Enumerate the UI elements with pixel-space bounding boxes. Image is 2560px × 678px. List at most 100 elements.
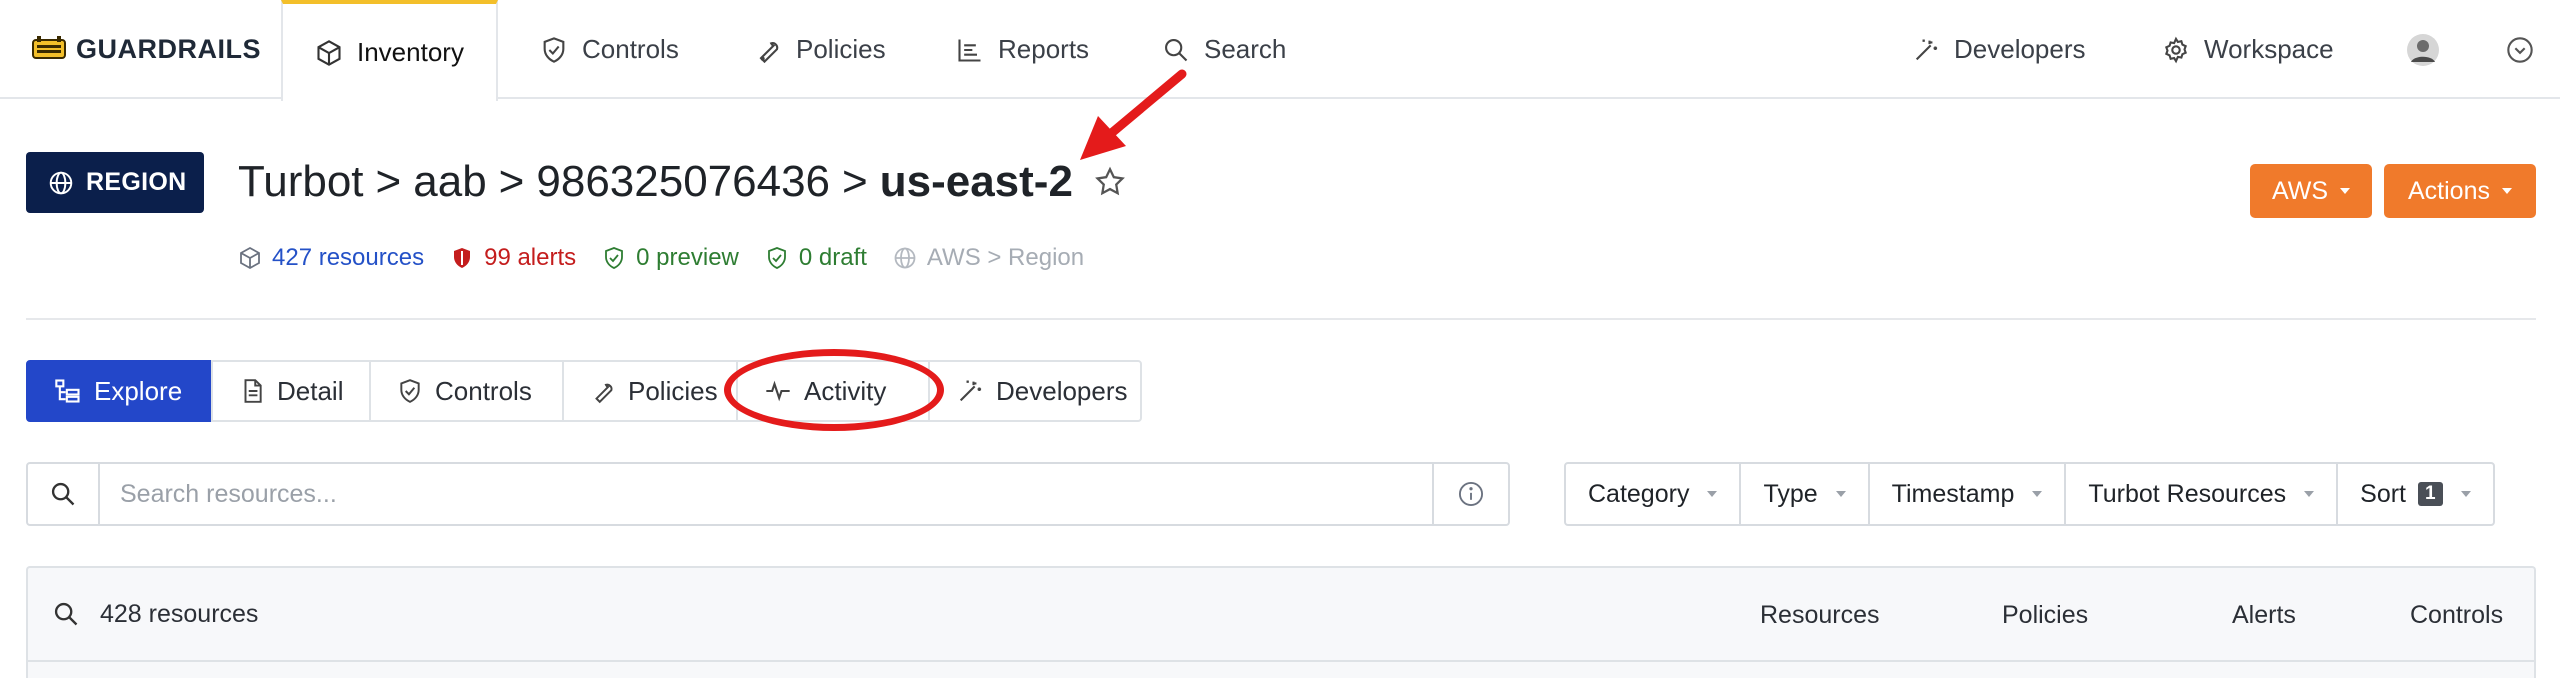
nav-inventory-label: Inventory — [357, 37, 464, 67]
nav-workspace[interactable]: Workspace — [2162, 0, 2334, 99]
gear-icon — [2162, 36, 2190, 64]
tab-controls[interactable]: Controls — [369, 360, 564, 422]
stat-resource-type-label: AWS > Region — [926, 244, 1085, 271]
guardrails-logo-icon — [32, 36, 66, 62]
breadcrumb-separator: > — [498, 157, 525, 206]
column-header-resources[interactable]: Resources — [1760, 568, 1880, 662]
results-table: 428 resources Resources Policies Alerts … — [26, 566, 2536, 678]
region-badge: REGION — [26, 152, 204, 213]
nav-search-label: Search — [1204, 34, 1287, 64]
brand-name: GUARDRAILS — [76, 33, 261, 64]
nav-controls-label: Controls — [582, 34, 679, 64]
resource-stats: 427 resources 99 alerts 0 preview 0 draf… — [238, 243, 1110, 273]
stat-draft[interactable]: 0 draft — [765, 244, 867, 272]
aws-menu-button[interactable]: AWS — [2250, 164, 2372, 218]
results-header: 428 resources Resources Policies Alerts … — [28, 568, 2534, 662]
shield-alert-icon — [450, 246, 474, 270]
results-count: 428 resources — [28, 600, 258, 629]
caret-down-icon — [2460, 491, 2471, 497]
nav-workspace-label: Workspace — [2204, 34, 2334, 64]
sort-count-badge: 1 — [2418, 482, 2443, 506]
cube-icon — [238, 246, 262, 270]
chevron-circle-icon — [2506, 36, 2534, 64]
filter-turbot-resources-label: Turbot Resources — [2088, 479, 2287, 508]
tree-icon — [54, 377, 82, 405]
filter-bar: Category Type Timestamp Turbot Resources… — [1564, 462, 2495, 526]
annotation-circle — [724, 349, 944, 431]
wrench-icon — [590, 378, 616, 404]
search-icon — [52, 600, 80, 628]
tab-detail-label: Detail — [277, 375, 344, 406]
tab-policies-label: Policies — [628, 375, 718, 406]
chart-icon — [956, 36, 984, 64]
guardrails-logo[interactable]: GUARDRAILS — [32, 32, 261, 66]
sort-label: Sort — [2360, 479, 2407, 508]
column-header-alerts[interactable]: Alerts — [2232, 568, 2296, 662]
tab-developers[interactable]: Developers — [928, 360, 1142, 422]
stat-resources-label: 427 resources — [272, 244, 425, 271]
wrench-icon — [754, 36, 782, 64]
magic-wand-icon — [956, 377, 984, 405]
filter-turbot-resources[interactable]: Turbot Resources — [2066, 464, 2339, 524]
caret-down-icon — [1707, 491, 1718, 497]
actions-menu-button[interactable]: Actions — [2384, 164, 2536, 218]
nav-controls[interactable]: Controls — [540, 0, 679, 99]
annotation-arrow — [1080, 69, 1187, 160]
stat-draft-label: 0 draft — [798, 244, 867, 271]
user-avatar[interactable] — [2406, 0, 2440, 99]
tab-explore[interactable]: Explore — [26, 360, 213, 422]
nav-policies-label: Policies — [796, 34, 886, 64]
breadcrumb-item-aab[interactable]: aab — [413, 157, 486, 207]
filter-category[interactable]: Category — [1566, 464, 1742, 524]
top-navigation: GUARDRAILS Inventory Controls Policies R… — [0, 0, 2560, 101]
column-header-policies[interactable]: Policies — [2002, 568, 2088, 662]
breadcrumb-item-turbot[interactable]: Turbot — [238, 157, 364, 207]
tab-policies[interactable]: Policies — [562, 360, 738, 422]
column-header-controls[interactable]: Controls — [2410, 568, 2503, 662]
filter-type[interactable]: Type — [1741, 464, 1870, 524]
breadcrumb-item-account[interactable]: 986325076436 — [536, 157, 830, 207]
magic-wand-icon — [1912, 36, 1940, 64]
breadcrumb-separator: > — [842, 157, 868, 206]
caret-down-icon — [2501, 188, 2512, 194]
shield-check-icon — [765, 246, 789, 270]
filter-timestamp[interactable]: Timestamp — [1870, 464, 2067, 524]
stat-alerts-label: 99 alerts — [484, 244, 577, 271]
aws-button-label: AWS — [2271, 176, 2329, 205]
region-badge-label: REGION — [86, 168, 187, 196]
caret-down-icon — [1835, 491, 1846, 497]
breadcrumb-separator: > — [375, 157, 402, 206]
nav-developers[interactable]: Developers — [1912, 0, 2086, 99]
document-icon — [239, 378, 265, 404]
breadcrumb: Turbot > aab > 986325076436 > us-east-2 — [238, 152, 1127, 212]
page-title: us-east-2 — [879, 157, 1073, 206]
actions-button-label: Actions — [2408, 176, 2490, 205]
sort-dropdown[interactable]: Sort 1 — [2338, 464, 2492, 524]
filter-timestamp-label: Timestamp — [1891, 479, 2015, 508]
tab-explore-label: Explore — [94, 375, 183, 406]
globe-icon — [893, 246, 917, 270]
filter-type-label: Type — [1763, 479, 1818, 508]
search-help-info-icon[interactable] — [1432, 464, 1508, 524]
stat-alerts[interactable]: 99 alerts — [450, 244, 576, 272]
stat-resource-type[interactable]: AWS > Region — [893, 244, 1084, 272]
stat-preview-label: 0 preview — [636, 244, 739, 271]
nav-developers-label: Developers — [1954, 34, 2086, 64]
nav-policies[interactable]: Policies — [754, 0, 886, 99]
tab-detail[interactable]: Detail — [211, 360, 371, 422]
results-count-label: 428 resources — [100, 599, 259, 628]
filter-category-label: Category — [1588, 479, 1690, 508]
caret-down-icon — [2304, 491, 2315, 497]
tab-controls-label: Controls — [435, 375, 532, 406]
account-menu-toggle[interactable] — [2506, 0, 2534, 99]
search-input[interactable] — [100, 464, 1432, 524]
shield-check-icon — [540, 36, 568, 64]
caret-down-icon — [2032, 491, 2043, 497]
nav-inventory[interactable]: Inventory — [281, 0, 498, 101]
search-icon — [28, 464, 100, 524]
stat-resources[interactable]: 427 resources — [238, 244, 424, 272]
caret-down-icon — [2340, 188, 2351, 194]
shield-check-icon — [602, 246, 626, 270]
tab-developers-label: Developers — [996, 375, 1128, 406]
stat-preview[interactable]: 0 preview — [602, 244, 739, 272]
